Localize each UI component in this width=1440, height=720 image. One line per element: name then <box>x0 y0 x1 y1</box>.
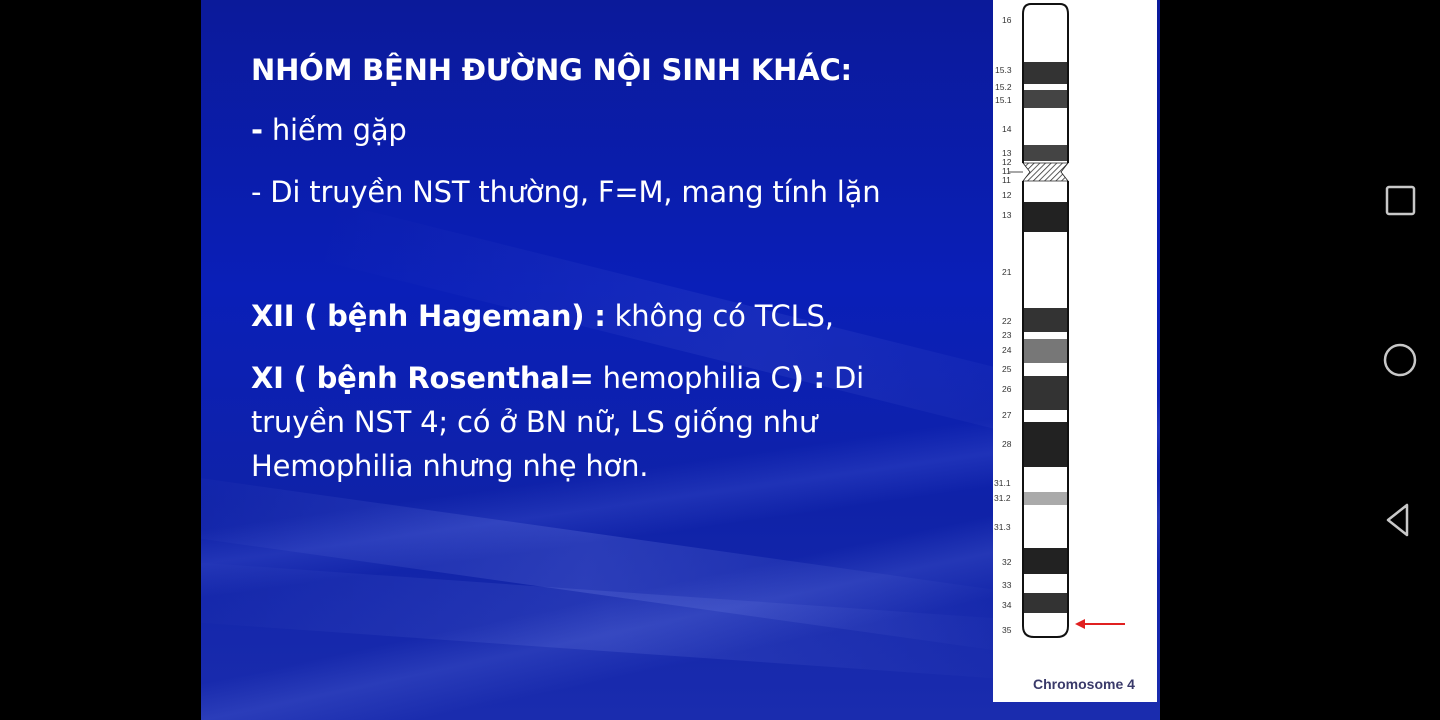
factor-xii-desc: không có TCLS, <box>605 299 834 333</box>
band-label: 23 <box>1002 330 1012 340</box>
band-label: 11 <box>1002 175 1011 185</box>
factor-xi-title: XI ( bệnh Rosenthal= <box>251 361 594 395</box>
band-13 <box>1023 145 1068 161</box>
band-labels: 16 15.3 15.2 15.1 14 13 12 11 11 12 13 2… <box>994 15 1012 635</box>
band-q28 <box>1023 422 1068 467</box>
band-label: 27 <box>1002 410 1012 420</box>
band-label: 22 <box>1002 316 1012 326</box>
square-icon <box>1385 185 1416 216</box>
bullet-rare-text: hiếm gặp <box>262 113 407 147</box>
band-label: 31.1 <box>994 478 1011 488</box>
band-label: 21 <box>1002 267 1012 277</box>
band-label: 12 <box>1002 190 1012 200</box>
chromosome-ideogram-panel: 16 15.3 15.2 15.1 14 13 12 11 11 12 13 2… <box>993 0 1157 702</box>
centromere <box>1022 162 1069 182</box>
factor-xi-line2: truyền NST 4; có ở BN nữ, LS giống như <box>251 405 818 439</box>
band-q26 <box>1023 376 1068 410</box>
chromosome-ideogram: 16 15.3 15.2 15.1 14 13 12 11 11 12 13 2… <box>994 3 1125 638</box>
band-label: 35 <box>1002 625 1012 635</box>
paragraph-factor-xii: XII ( bệnh Hageman) : không có TCLS, <box>251 294 951 338</box>
factor-xi-colon: ) : <box>790 361 826 395</box>
band-q34 <box>1023 593 1068 613</box>
paragraph-factor-xi: XI ( bệnh Rosenthal= hemophilia C) : Di … <box>251 356 951 488</box>
factor-xi-di: Di <box>824 361 864 395</box>
band-label: 31.3 <box>994 522 1011 532</box>
band-15.3 <box>1023 62 1068 84</box>
red-arrow-icon <box>1075 619 1125 629</box>
triangle-back-icon <box>1386 503 1409 537</box>
band-q22 <box>1023 308 1068 332</box>
band-label: 26 <box>1002 384 1012 394</box>
band-label: 15.1 <box>995 95 1012 105</box>
recent-apps-button[interactable] <box>1380 180 1420 220</box>
band-label: 24 <box>1002 345 1012 355</box>
band-label: 14 <box>1002 124 1012 134</box>
bullet-dash: - <box>251 113 263 147</box>
band-label: 34 <box>1002 600 1012 610</box>
factor-xii-title: XII ( bệnh Hageman) : <box>251 299 606 333</box>
band-q24 <box>1023 339 1068 363</box>
band-15.1 <box>1023 90 1068 108</box>
factor-xi-hemophilia: hemophilia C <box>593 361 791 395</box>
band-q13 <box>1023 202 1068 232</box>
bullet-rare: - hiếm gặp <box>251 108 951 152</box>
band-q31.2 <box>1023 492 1068 505</box>
band-label: 16 <box>1002 15 1012 25</box>
android-navigation-bar <box>1360 0 1440 720</box>
band-label: 13 <box>1002 210 1012 220</box>
band-label: 25 <box>1002 364 1012 374</box>
bullet-inheritance: - Di truyền NST thường, F=M, mang tính l… <box>251 175 881 209</box>
band-label: 28 <box>1002 439 1012 449</box>
factor-xi-line3: Hemophilia nhưng nhẹ hơn. <box>251 449 649 483</box>
band-label: 33 <box>1002 580 1012 590</box>
band-label: 32 <box>1002 557 1012 567</box>
home-button[interactable] <box>1380 340 1420 380</box>
band-q32 <box>1023 548 1068 574</box>
circle-icon <box>1383 343 1417 377</box>
slide: NHÓM BỆNH ĐƯỜNG NỘI SINH KHÁC: - hiếm gặ… <box>201 0 1160 720</box>
slide-heading: NHÓM BỆNH ĐƯỜNG NỘI SINH KHÁC: <box>251 53 852 87</box>
band-label: 15.3 <box>995 65 1012 75</box>
chromosome-title: Chromosome 4 <box>1033 676 1135 692</box>
back-button[interactable] <box>1380 500 1420 540</box>
slide-text: NHÓM BỆNH ĐƯỜNG NỘI SINH KHÁC: - hiếm gặ… <box>251 48 951 488</box>
band-label: 15.2 <box>995 82 1012 92</box>
band-label: 31.2 <box>994 493 1011 503</box>
